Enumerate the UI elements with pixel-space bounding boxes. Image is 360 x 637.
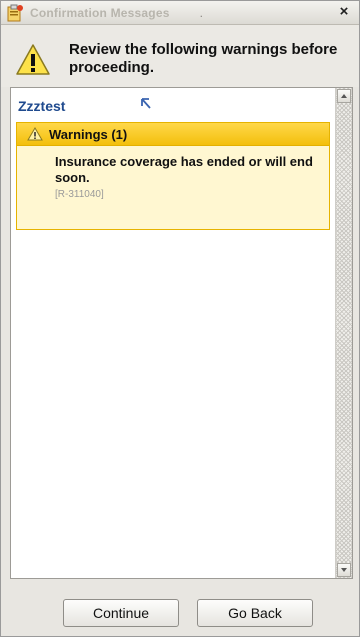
scroll-down-button[interactable] bbox=[337, 563, 351, 577]
warnings-title: Warnings (1) bbox=[49, 126, 128, 142]
warning-icon bbox=[15, 43, 51, 77]
chevron-up-icon bbox=[341, 94, 347, 98]
patient-name: Zzztest bbox=[18, 98, 66, 114]
continue-button[interactable]: Continue bbox=[63, 599, 179, 627]
confirmation-dialog: Confirmation Messages . × Review the fol… bbox=[0, 0, 360, 637]
dialog-footer: Continue Go Back bbox=[1, 589, 359, 637]
title-dot: . bbox=[199, 5, 203, 20]
messages-panel: Zzztest Warnings (1) Insurance coverage … bbox=[10, 87, 353, 579]
scroll-up-button[interactable] bbox=[337, 89, 351, 103]
arrow-up-left-icon[interactable] bbox=[139, 96, 153, 112]
header-message: Review the following warnings before pro… bbox=[69, 41, 338, 76]
title-bar[interactable]: Confirmation Messages . × bbox=[1, 1, 359, 25]
warnings-section: Warnings (1) Insurance coverage has ende… bbox=[16, 122, 330, 230]
window-title: Confirmation Messages bbox=[30, 5, 170, 20]
dialog-header: Review the following warnings before pro… bbox=[1, 25, 359, 87]
clipboard-icon bbox=[6, 4, 24, 22]
vertical-scrollbar[interactable] bbox=[335, 88, 352, 578]
warning-small-icon bbox=[27, 127, 43, 141]
warning-message: Insurance coverage has ended or will end… bbox=[55, 154, 313, 185]
warning-code: [R-311040] bbox=[55, 189, 104, 200]
close-button[interactable]: × bbox=[335, 4, 353, 21]
chevron-down-icon bbox=[341, 568, 347, 572]
messages-content: Zzztest Warnings (1) Insurance coverage … bbox=[11, 88, 335, 578]
go-back-button[interactable]: Go Back bbox=[197, 599, 313, 627]
warnings-header[interactable]: Warnings (1) bbox=[17, 123, 329, 146]
